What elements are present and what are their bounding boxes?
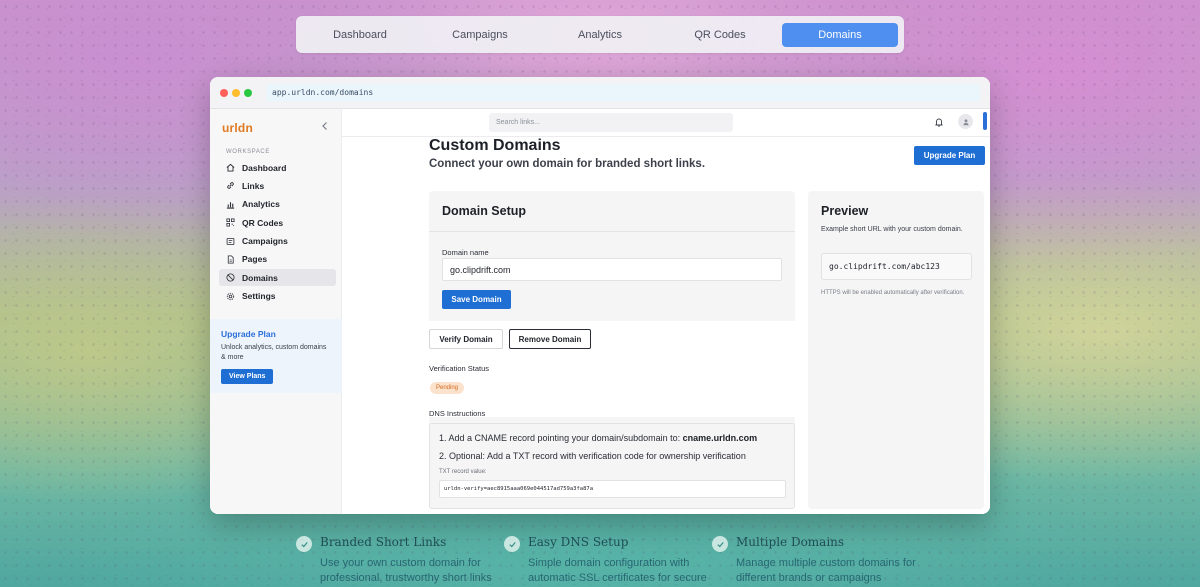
sidebar-item-label: Settings: [242, 291, 276, 302]
feature-description: Use your own custom domain for professio…: [320, 557, 492, 584]
minimize-window-dot[interactable]: [232, 88, 240, 97]
domain-name-input[interactable]: go.clipdrift.com: [442, 258, 782, 281]
globe-icon: [226, 273, 235, 282]
campaign-icon: [226, 237, 235, 245]
sidebar-item-analytics[interactable]: Analytics: [219, 196, 336, 213]
qr-code-icon: [226, 218, 235, 227]
preview-url: go.clipdrift.com/abc123: [821, 253, 972, 280]
dns-instructions-label: DNS Instructions: [429, 409, 486, 418]
verification-status-label: Verification Status: [429, 364, 490, 373]
check-circle-icon: [504, 536, 520, 552]
search-input[interactable]: Search links...: [489, 113, 733, 132]
check-circle-icon: [712, 536, 728, 552]
save-domain-button[interactable]: Save Domain: [442, 290, 511, 309]
view-plans-button[interactable]: View Plans: [221, 369, 274, 384]
preview-card: Preview Example short URL with your cust…: [808, 191, 984, 509]
verify-domain-button[interactable]: Verify Domain: [429, 329, 503, 349]
txt-record-label: TXT record value:: [439, 469, 487, 475]
upgrade-plan-button[interactable]: Upgrade Plan: [914, 146, 985, 165]
feature-description: Manage multiple custom domains for diffe…: [736, 557, 916, 584]
sidebar-item-qr-codes[interactable]: QR Codes: [219, 214, 336, 231]
sidebar-menu: Dashboard Links Analytics QR Codes Campa…: [219, 159, 336, 306]
cname-target: cname.urldn.com: [682, 433, 758, 443]
domain-setup-card: Domain Setup Domain name go.clipdrift.co…: [429, 191, 795, 509]
preview-title: Preview: [821, 204, 869, 218]
browser-chrome: app.urldn.com/domains: [210, 77, 990, 109]
maximize-window-dot[interactable]: [244, 88, 252, 97]
link-icon: [227, 182, 234, 190]
sidebar-item-label: Domains: [242, 272, 278, 283]
upgrade-card: Upgrade Plan Unlock analytics, custom do…: [210, 319, 342, 393]
feature-title: Easy DNS Setup: [528, 535, 629, 549]
top-nav: Dashboard Campaigns Analytics QR Codes D…: [296, 16, 904, 53]
bell-icon[interactable]: [934, 117, 944, 127]
main-content: Search links... Custom Domains Connect y…: [342, 109, 990, 514]
sidebar-item-links[interactable]: Links: [219, 177, 336, 194]
dns-instructions-box: 1. Add a CNAME record pointing your doma…: [429, 423, 795, 509]
page-subtitle: Connect your own domain for branded shor…: [429, 158, 706, 170]
home-icon: [226, 163, 235, 172]
preview-description: Example short URL with your custom domai…: [821, 226, 963, 233]
status-badge: Pending: [430, 382, 465, 394]
dns-step-1: 1. Add a CNAME record pointing your doma…: [439, 433, 757, 443]
app-logo[interactable]: urldn: [222, 121, 253, 135]
sidebar-item-label: QR Codes: [242, 217, 284, 228]
gear-icon: [226, 292, 235, 300]
page-title: Custom Domains: [429, 137, 561, 154]
sidebar-item-domains[interactable]: Domains: [219, 269, 336, 287]
upgrade-card-title: Upgrade Plan: [221, 329, 276, 339]
dns-step-1-text: 1. Add a CNAME record pointing your doma…: [439, 433, 683, 443]
sidebar-item-label: Links: [242, 180, 265, 191]
domain-setup-title: Domain Setup: [442, 204, 527, 218]
sidebar-item-label: Pages: [242, 254, 268, 265]
sidebar-item-label: Analytics: [242, 199, 280, 210]
upgrade-card-description: Unlock analytics, custom domains & more: [221, 344, 327, 361]
page-icon: [227, 255, 234, 264]
sidebar-item-pages[interactable]: Pages: [219, 251, 336, 268]
avatar[interactable]: [958, 114, 973, 129]
check-circle-icon: [296, 536, 312, 552]
sidebar-item-label: Dashboard: [242, 162, 287, 173]
bar-chart-icon: [226, 202, 235, 209]
nav-tab-domains[interactable]: Domains: [782, 22, 898, 47]
nav-tab-campaigns[interactable]: Campaigns: [422, 23, 538, 47]
workspace-label: WORKSPACE: [226, 149, 270, 155]
sidebar-item-settings[interactable]: Settings: [219, 288, 336, 305]
feature-description: Simple domain configuration with automat…: [528, 557, 707, 584]
address-bar[interactable]: app.urldn.com/domains: [266, 83, 980, 102]
https-note: HTTPS will be enabled automatically afte…: [821, 290, 965, 296]
chevron-left-icon[interactable]: [320, 121, 330, 131]
nav-tab-qr-codes[interactable]: QR Codes: [662, 23, 778, 47]
domain-name-label: Domain name: [442, 248, 489, 257]
user-icon: [962, 118, 969, 125]
txt-record-value[interactable]: urldn-verify=aec8915aaa069e044517ad759a3…: [439, 480, 786, 498]
sidebar-item-label: Campaigns: [242, 236, 288, 247]
close-window-dot[interactable]: [220, 88, 228, 97]
sidebar-item-campaigns[interactable]: Campaigns: [219, 233, 336, 250]
sidebar-item-dashboard[interactable]: Dashboard: [219, 159, 336, 176]
nav-tab-analytics[interactable]: Analytics: [542, 23, 658, 47]
nav-tab-dashboard[interactable]: Dashboard: [302, 23, 418, 47]
sidebar: urldn WORKSPACE Dashboard Links Analytic…: [210, 109, 342, 514]
card-divider: [429, 231, 795, 232]
feature-title: Multiple Domains: [736, 535, 845, 549]
scrollbar-thumb[interactable]: [983, 112, 987, 130]
remove-domain-button[interactable]: Remove Domain: [509, 329, 591, 349]
dns-step-2: 2. Optional: Add a TXT record with verif…: [439, 451, 746, 461]
browser-window: app.urldn.com/domains urldn WORKSPACE Da…: [210, 77, 990, 514]
feature-title: Branded Short Links: [320, 535, 447, 549]
